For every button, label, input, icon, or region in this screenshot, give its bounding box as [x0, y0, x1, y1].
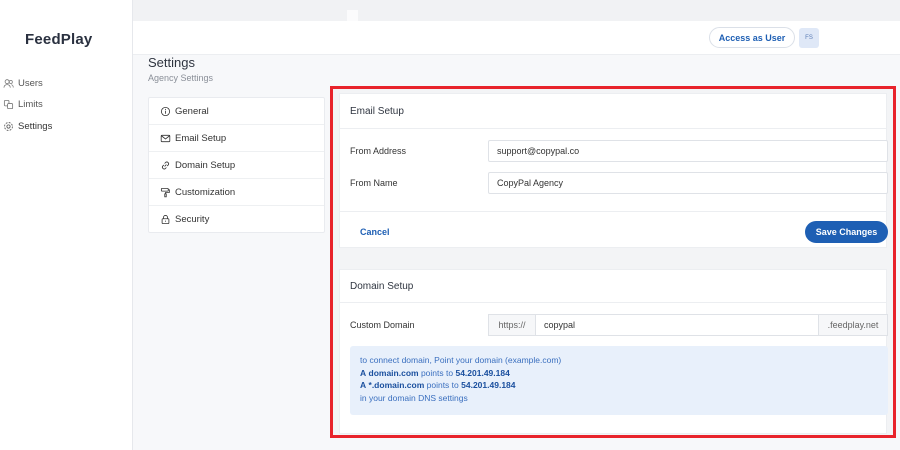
custom-domain-input[interactable]: copypal [535, 314, 819, 336]
limits-icon [2, 98, 14, 110]
gear-icon [2, 120, 14, 132]
mail-icon [159, 132, 171, 144]
avatar[interactable]: FS [799, 28, 819, 48]
link-icon [159, 159, 171, 171]
sidebar-item-settings[interactable]: Settings [2, 120, 52, 132]
record-text: points to [426, 380, 459, 390]
dns-info-line: A domain.com points to 54.201.49.184 [360, 367, 878, 380]
dns-info-line: in your domain DNS settings [360, 392, 468, 403]
from-name-input[interactable]: CopyPal Agency [488, 172, 888, 194]
from-address-input[interactable]: support@copypal.co [488, 140, 888, 162]
settings-menu-label: Security [175, 214, 210, 225]
from-address-label: From Address [350, 146, 407, 156]
sidebar-item-limits[interactable]: Limits [2, 98, 43, 110]
record-domain: domain.com [368, 367, 419, 378]
dns-info-box: to connect domain, Point your domain (ex… [350, 346, 888, 415]
users-icon [2, 77, 14, 89]
highlighted-settings-panel: Email Setup From Address support@copypal… [330, 86, 896, 438]
record-type: A [360, 367, 367, 378]
domain-suffix: .feedplay.net [818, 314, 888, 336]
settings-menu-label: Email Setup [175, 132, 227, 144]
settings-menu: General Email Setup Domain Setup Customi… [148, 97, 325, 233]
from-name-label: From Name [350, 178, 398, 188]
page-title: Settings [148, 55, 195, 70]
record-domain: *.domain.com [368, 380, 425, 390]
settings-menu-label: Domain Setup [175, 159, 236, 171]
card-divider [340, 211, 886, 212]
sidebar-item-label: Users [18, 77, 43, 89]
settings-menu-label: General [175, 105, 209, 117]
settings-menu-email-setup[interactable]: Email Setup [149, 125, 324, 152]
settings-menu-security[interactable]: Security [149, 206, 324, 233]
settings-menu-customization[interactable]: Customization [149, 179, 324, 206]
cancel-button[interactable]: Cancel [360, 227, 390, 237]
email-setup-card: Email Setup From Address support@copypal… [339, 93, 888, 248]
info-circle-icon [159, 105, 171, 117]
app-logo: FeedPlay [25, 31, 93, 48]
sidebar-item-label: Settings [18, 120, 53, 132]
sidebar-item-label: Limits [18, 98, 43, 110]
settings-menu-label: Customization [175, 186, 236, 198]
sidebar-item-users[interactable]: Users [2, 77, 43, 89]
domain-setup-card: Domain Setup Custom Domain https:// copy… [339, 269, 888, 434]
dns-info-line: A *.domain.com points to 54.201.49.184 [360, 379, 878, 392]
domain-setup-title: Domain Setup [340, 270, 886, 303]
record-type: A [360, 380, 367, 390]
page-subtitle: Agency Settings [148, 73, 214, 83]
record-ip: 54.201.49.184 [455, 367, 510, 378]
paint-roller-icon [159, 186, 171, 198]
email-setup-title: Email Setup [340, 94, 886, 129]
save-changes-button[interactable]: Save Changes [805, 221, 888, 243]
dns-info-line: to connect domain, Point your domain (ex… [360, 355, 562, 365]
top-strip [0, 0, 900, 37]
sidebar: FeedPlay Users Limits Settings [0, 0, 133, 450]
record-text: points to [420, 367, 454, 378]
settings-menu-general[interactable]: General [149, 98, 324, 125]
record-ip: 54.201.49.184 [461, 380, 516, 390]
custom-domain-label: Custom Domain [350, 320, 415, 330]
settings-menu-domain-setup[interactable]: Domain Setup [149, 152, 324, 179]
lock-icon [159, 214, 171, 226]
access-as-user-button[interactable]: Access as User [709, 27, 795, 48]
domain-prefix: https:// [488, 314, 536, 336]
